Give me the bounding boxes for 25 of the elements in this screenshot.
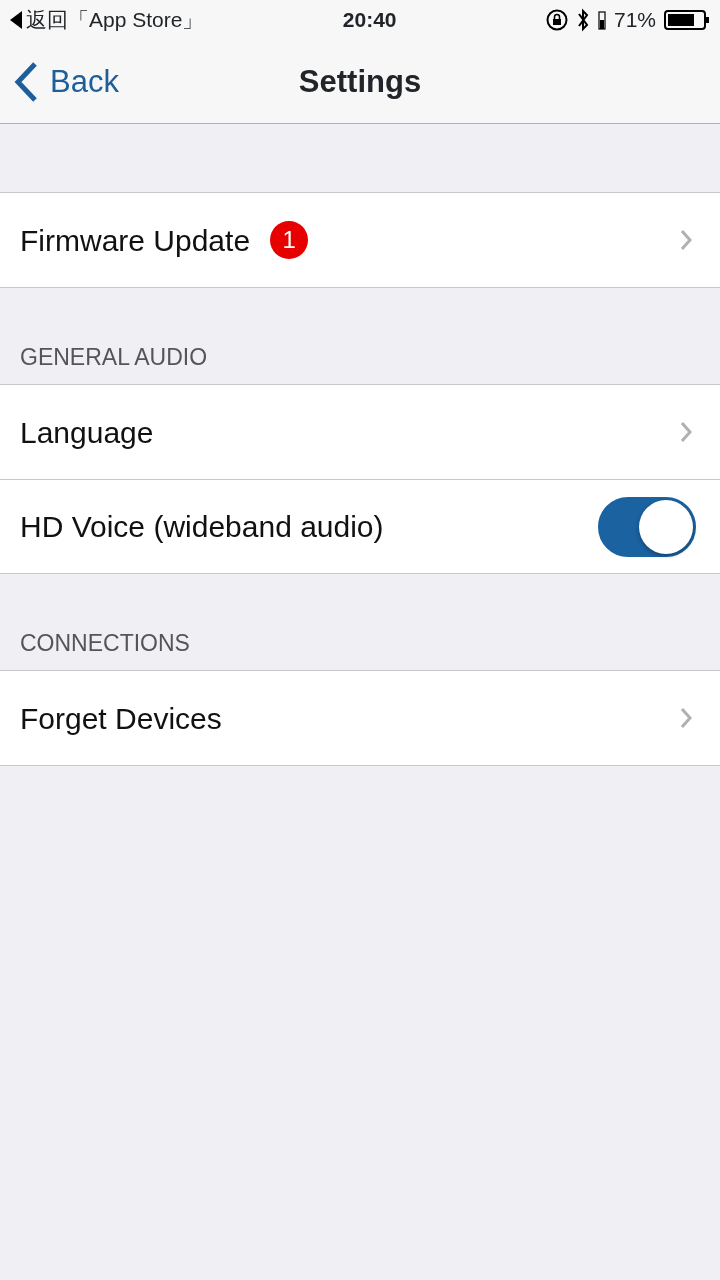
back-button[interactable]: Back — [0, 40, 119, 124]
section-header: CONNECTIONS — [20, 628, 190, 658]
chevron-left-icon — [14, 61, 38, 103]
back-triangle-icon[interactable] — [10, 11, 22, 29]
settings-row[interactable]: Language — [0, 385, 720, 479]
toggle-switch[interactable] — [598, 496, 696, 557]
battery-icon — [664, 9, 710, 31]
page-title: Settings — [298, 64, 422, 99]
section-header: GENERAL AUDIO — [20, 342, 208, 372]
rotation-lock-icon — [545, 9, 568, 31]
bluetooth-icon — [575, 8, 590, 32]
settings-row[interactable]: Firmware Update 1 — [0, 193, 720, 287]
settings-row[interactable]: Forget Devices — [0, 671, 720, 765]
chevron-right-icon — [680, 707, 692, 729]
chevron-right-icon — [680, 229, 692, 251]
row-label: Firmware Update — [20, 222, 251, 259]
row-label: Forget Devices — [20, 700, 222, 737]
back-to-app-link[interactable]: 返回「App Store」 — [26, 4, 204, 36]
battery-percent: 71% — [613, 7, 656, 34]
notification-badge: 1 — [270, 221, 309, 259]
status-time: 20:40 — [342, 8, 397, 32]
row-label: HD Voice (wideband audio) — [20, 509, 384, 545]
small-battery-icon — [597, 10, 606, 30]
chevron-right-icon — [680, 421, 692, 443]
row-label: Language — [20, 414, 154, 451]
